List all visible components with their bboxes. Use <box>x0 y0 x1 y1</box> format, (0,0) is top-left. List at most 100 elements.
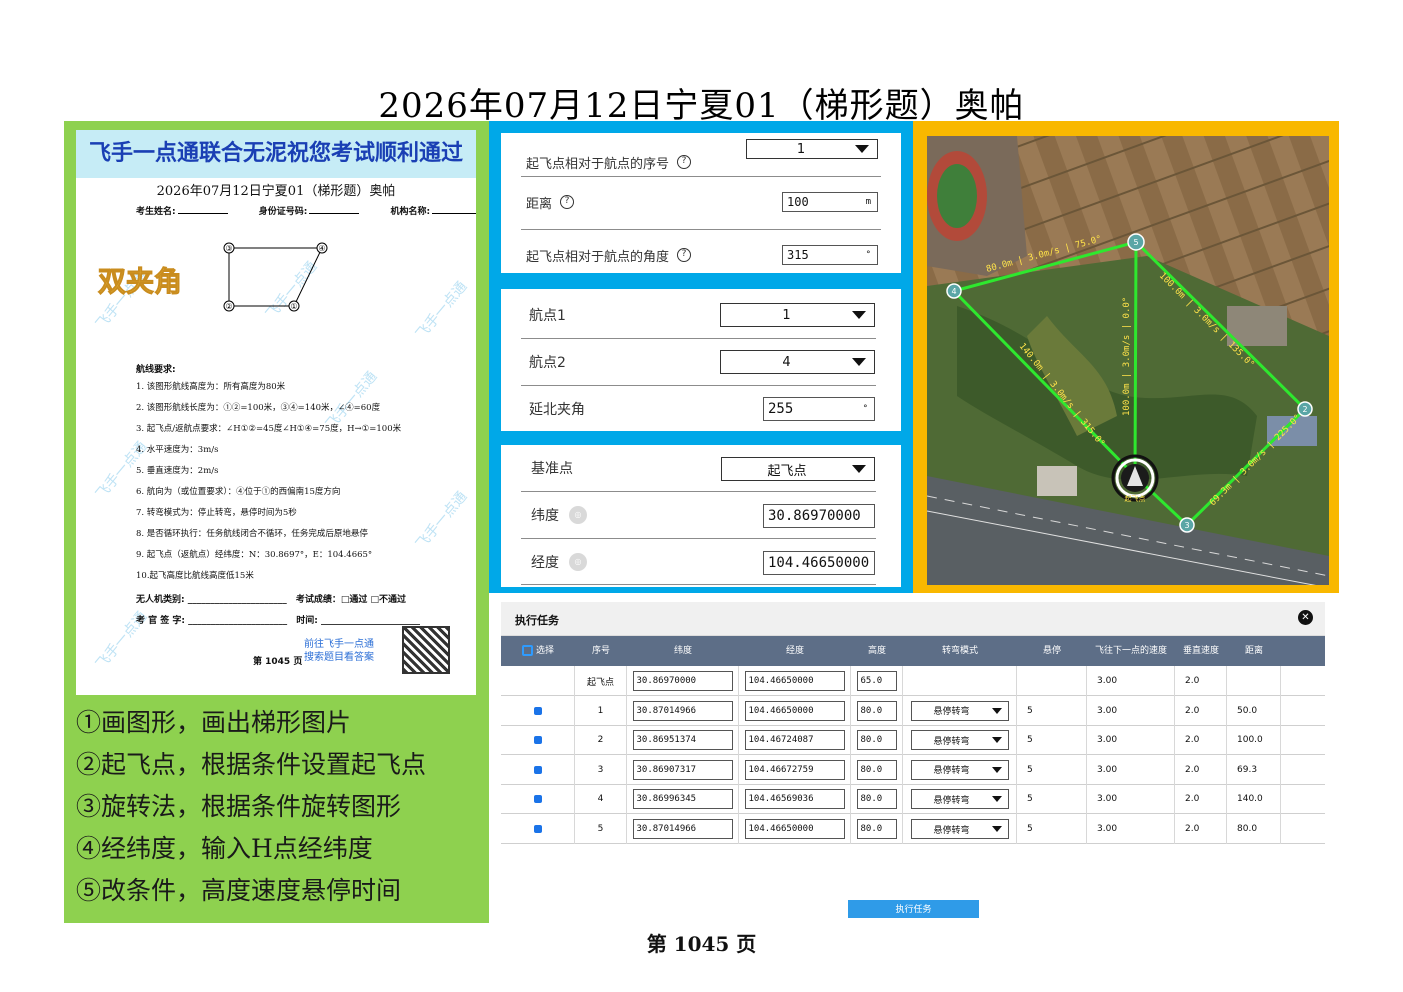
cell-lat-input[interactable]: 30.86970000 <box>632 671 733 691</box>
cell-distance: 80.0 <box>1227 814 1281 844</box>
header-seq: 序号 <box>591 646 610 656</box>
row-checkbox[interactable] <box>533 736 542 745</box>
cell-hover: 5 <box>1017 784 1087 815</box>
cell-alt-input[interactable]: 80.0 <box>856 759 897 780</box>
reference-settings: 基准点 起飞点 纬度 ◎ 30.86970000 经度 ◎ 104.466500… <box>501 445 901 587</box>
home-label: 起飞点 <box>1125 495 1146 503</box>
header-lat: 纬度 <box>673 646 692 656</box>
requirement-item: 8. 是否循环执行：任务航线闭合不循环，任务完成后原地悬停 <box>136 529 368 539</box>
chevron-down-icon <box>852 358 866 366</box>
north-angle-input[interactable]: 255 ° <box>763 397 875 421</box>
cell-lon: 104.46724087 <box>739 725 851 756</box>
cell-lon: 104.46650000 <box>739 695 851 726</box>
distance-input[interactable]: 100 m <box>782 192 878 212</box>
cell-lon-input[interactable]: 104.46724087 <box>744 730 845 751</box>
cell-lon-input[interactable]: 104.46672759 <box>744 759 845 780</box>
select-all-checkbox[interactable] <box>521 645 533 656</box>
angle-input[interactable]: 315 ° <box>782 245 878 265</box>
cell-lat-input[interactable]: 30.86907317 <box>632 759 733 780</box>
paper-page-number: 第 1045 页 <box>253 657 303 667</box>
cell-select[interactable] <box>501 784 575 815</box>
longitude-input[interactable]: 104.46650000 <box>763 551 875 575</box>
cell-select[interactable] <box>501 666 575 696</box>
dialog-title: 执行任务 <box>515 614 559 627</box>
turn-mode-select[interactable]: 悬停转弯 <box>910 759 1009 780</box>
paper-link[interactable]: 前往飞手一点通 搜索题目看答案 <box>304 638 374 664</box>
row-checkbox[interactable] <box>533 795 542 804</box>
cell-lat-input[interactable]: 30.87014966 <box>632 700 733 721</box>
turn-mode-select[interactable]: 悬停转弯 <box>910 819 1009 839</box>
header-turn: 转弯模式 <box>941 646 978 656</box>
help-icon[interactable]: ? <box>677 248 692 262</box>
page-title: 2026年07月12日宁夏01（梯形题）奥帕 <box>378 86 1025 126</box>
help-icon[interactable]: ? <box>677 155 692 169</box>
cell-select[interactable] <box>501 754 575 785</box>
svg-text:4: 4 <box>951 287 956 296</box>
waypoint1-select[interactable]: 1 <box>720 303 875 327</box>
table-row[interactable]: 1 30.87014966 104.46650000 80.0 悬停转弯 5 3.00 2.0… <box>501 695 1325 726</box>
waypoint-marker: 4 <box>946 283 962 299</box>
cell-speed: 3.00 <box>1087 784 1175 815</box>
waypoint2-select[interactable]: 4 <box>720 350 875 374</box>
cell-lon: 104.46650000 <box>739 666 851 696</box>
chevron-down-icon <box>852 311 866 319</box>
header-select[interactable]: 选择 <box>501 636 575 666</box>
cell-alt-input[interactable]: 65.0 <box>856 671 897 691</box>
globe-icon: ◎ <box>569 506 587 524</box>
row-checkbox[interactable] <box>533 765 542 774</box>
segment-label: 100.0m | 3.0m/s | 0.0° <box>1122 297 1132 416</box>
cell-turn: 悬停转弯 <box>903 814 1017 844</box>
cell-lon-input[interactable]: 104.46650000 <box>744 671 845 691</box>
cell-hover: 5 <box>1017 725 1087 756</box>
cell-lat-input[interactable]: 30.87014966 <box>632 819 733 839</box>
chevron-down-icon <box>991 707 1002 714</box>
cell-alt-input[interactable]: 80.0 <box>856 700 897 721</box>
close-icon[interactable]: ✕ <box>1298 610 1313 625</box>
cell-turn: 悬停转弯 <box>903 754 1017 785</box>
diagram-point-4: ④ <box>318 244 325 253</box>
table-row[interactable]: 2 30.86951374 104.46724087 80.0 悬停转弯 5 3.00 2.0… <box>501 725 1325 756</box>
cell-lon-input[interactable]: 104.46569036 <box>744 789 845 810</box>
cell-alt-input[interactable]: 80.0 <box>856 819 897 839</box>
cell-alt: 80.0 <box>851 695 903 726</box>
turn-mode-select[interactable]: 悬停转弯 <box>910 730 1009 751</box>
longitude-label: 经度 <box>531 555 559 571</box>
cell-select[interactable] <box>501 814 575 844</box>
cell-lon-input[interactable]: 104.46650000 <box>744 819 845 839</box>
latitude-input[interactable]: 30.86970000 <box>763 504 875 528</box>
watermark: 飞手一点通 <box>413 278 471 343</box>
base-point-select[interactable]: 起飞点 <box>721 457 875 481</box>
cell-lat-input[interactable]: 30.86951374 <box>632 730 733 751</box>
header-lon: 经度 <box>785 646 804 656</box>
turn-mode-select[interactable]: 悬停转弯 <box>910 789 1009 810</box>
table-row[interactable]: 4 30.86996345 104.46569036 80.0 悬停转弯 5 3.00 2.0… <box>501 784 1325 815</box>
row-checkbox[interactable] <box>533 706 542 715</box>
table-row[interactable]: 3 30.86907317 104.46672759 80.0 悬停转弯 5 3.00 2.0… <box>501 754 1325 785</box>
chevron-down-icon <box>991 796 1002 803</box>
row-checkbox[interactable] <box>533 825 542 833</box>
table-row[interactable]: 5 30.87014966 104.46650000 80.0 悬停转弯 5 3.00 2.0… <box>501 814 1325 844</box>
cell-select[interactable] <box>501 725 575 756</box>
turn-mode-select[interactable]: 悬停转弯 <box>910 700 1009 721</box>
cell-alt-input[interactable]: 80.0 <box>856 789 897 810</box>
diagram-point-2: ② <box>225 302 232 311</box>
distance-label: 距离 <box>526 196 553 212</box>
help-icon[interactable]: ? <box>560 195 575 209</box>
cell-lon-input[interactable]: 104.46650000 <box>744 700 845 721</box>
cell-lat-input[interactable]: 30.86996345 <box>632 789 733 810</box>
requirement-item: 7. 转弯模式为：停止转弯，悬停时间为5秒 <box>136 508 297 518</box>
cell-turn: 悬停转弯 <box>903 784 1017 815</box>
seq-select[interactable]: 1 <box>746 139 878 159</box>
execute-task-button[interactable]: 执行任务 <box>848 900 979 918</box>
cell-alt-input[interactable]: 80.0 <box>856 730 897 751</box>
satellite-map[interactable]: 80.0m | 3.0m/s | 75.0° 100.0m | 3.0m/s |… <box>927 136 1329 585</box>
waypoint1-label: 航点1 <box>529 308 566 324</box>
cell-alt: 80.0 <box>851 754 903 785</box>
takeoff-settings: 起飞点相对于航点的序号 ? 1 距离 ? 100 m 起飞点相对于航点的角度 ? … <box>501 133 901 273</box>
paper-banner: 飞手一点通联合无泥祝您考试顺利通过 <box>76 130 476 178</box>
cell-distance: 50.0 <box>1227 695 1281 726</box>
table-row[interactable]: 起飞点 30.86970000 104.46650000 65.0 3.00 2.0 <box>501 666 1325 696</box>
examiner-line: 考 官 签 字: ______________________ 时间: ____… <box>136 616 421 626</box>
cell-speed: 3.00 <box>1087 814 1175 844</box>
cell-select[interactable] <box>501 695 575 726</box>
